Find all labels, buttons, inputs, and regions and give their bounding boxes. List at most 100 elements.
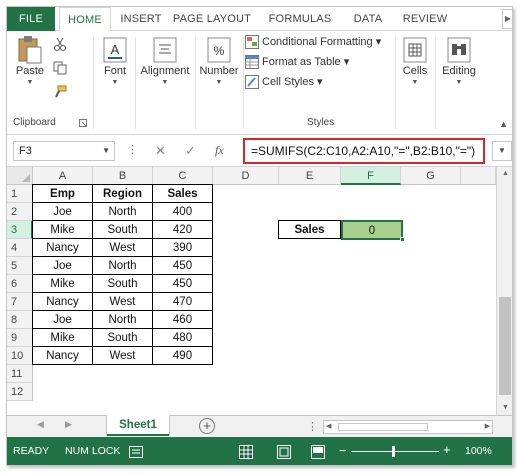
table-header-cell[interactable]: Region — [92, 184, 153, 203]
row-header-4[interactable]: 4 — [7, 239, 33, 257]
table-cell[interactable]: West — [92, 292, 153, 311]
horizontal-scroll-thumb[interactable] — [338, 423, 428, 431]
fill-handle[interactable] — [400, 237, 405, 242]
page-break-preview-icon[interactable] — [311, 445, 325, 459]
enter-check-icon[interactable]: ✓ — [185, 143, 196, 159]
table-cell[interactable]: West — [92, 346, 153, 365]
column-header-e[interactable]: E — [279, 167, 341, 185]
table-cell[interactable]: 460 — [152, 310, 213, 329]
font-button[interactable]: A Font ▼ — [97, 35, 133, 86]
table-cell[interactable]: 470 — [152, 292, 213, 311]
row-header-1[interactable]: 1 — [7, 185, 33, 203]
row-header-12[interactable]: 12 — [7, 383, 33, 401]
tab-home[interactable]: HOME — [59, 7, 111, 32]
column-header-d[interactable]: D — [213, 167, 279, 185]
name-box-dropdown-icon[interactable]: ▼ — [102, 142, 110, 160]
vertical-scrollbar[interactable]: ▲ ▼ — [496, 167, 512, 415]
table-cell[interactable]: 480 — [152, 328, 213, 347]
select-all-corner[interactable] — [7, 167, 33, 185]
conditional-formatting-button[interactable]: Conditional Formatting ▾ — [245, 33, 381, 51]
sheet-next-icon[interactable]: ▶ — [65, 419, 72, 430]
table-cell[interactable]: Joe — [32, 202, 93, 221]
column-header-b[interactable]: B — [93, 167, 153, 185]
zoom-in-icon[interactable]: + — [443, 442, 451, 457]
cancel-icon[interactable]: ✕ — [155, 143, 166, 159]
zoom-out-icon[interactable]: − — [339, 443, 347, 458]
clipboard-launcher-icon[interactable] — [79, 119, 87, 127]
tab-review[interactable]: REVIEW — [395, 7, 455, 31]
table-cell[interactable]: North — [92, 256, 153, 275]
tab-split-handle-icon[interactable]: ⋮ — [307, 420, 318, 433]
number-button[interactable]: % Number ▼ — [197, 35, 241, 86]
column-header-g[interactable]: G — [401, 167, 461, 185]
table-cell[interactable]: 450 — [152, 256, 213, 275]
row-header-2[interactable]: 2 — [7, 203, 33, 221]
tab-file[interactable]: FILE — [7, 7, 55, 31]
font-dropdown-icon[interactable]: ▼ — [97, 79, 133, 86]
table-cell[interactable]: South — [92, 220, 153, 239]
scroll-up-icon[interactable]: ▲ — [497, 167, 512, 181]
row-header-3[interactable]: 3 — [7, 221, 33, 239]
column-header-a[interactable]: A — [33, 167, 93, 185]
scroll-left-icon[interactable]: ◀ — [326, 421, 331, 433]
column-header-h[interactable] — [461, 167, 496, 185]
cut-icon[interactable] — [53, 37, 67, 51]
tab-formulas[interactable]: FORMULAS — [259, 7, 341, 31]
normal-view-icon[interactable] — [239, 445, 253, 459]
table-cell[interactable]: North — [92, 310, 153, 329]
table-cell[interactable]: 490 — [152, 346, 213, 365]
page-layout-view-icon[interactable] — [277, 445, 291, 459]
table-cell[interactable]: Mike — [32, 220, 93, 239]
sheet-prev-icon[interactable]: ◀ — [37, 419, 44, 430]
result-value-cell[interactable]: 0 — [341, 220, 403, 240]
vertical-scroll-thumb[interactable] — [499, 297, 511, 395]
editing-dropdown-icon[interactable]: ▼ — [437, 79, 481, 86]
column-header-c[interactable]: C — [153, 167, 213, 185]
number-dropdown-icon[interactable]: ▼ — [197, 79, 241, 86]
tab-page-layout[interactable]: PAGE LAYOUT — [169, 7, 255, 31]
alignment-dropdown-icon[interactable]: ▼ — [137, 79, 193, 86]
copy-icon[interactable] — [53, 61, 67, 75]
table-cell[interactable]: Mike — [32, 328, 93, 347]
row-header-9[interactable]: 9 — [7, 329, 33, 347]
table-cell[interactable]: Joe — [32, 310, 93, 329]
row-header-10[interactable]: 10 — [7, 347, 33, 365]
editing-button[interactable]: Editing ▼ — [437, 35, 481, 86]
formula-input[interactable]: =SUMIFS(C2:C10,A2:A10,"=",B2:B10,"=") — [243, 138, 485, 164]
column-header-f[interactable]: F — [341, 167, 401, 185]
zoom-slider[interactable] — [351, 451, 439, 452]
cell-styles-button[interactable]: Cell Styles ▾ — [245, 73, 323, 91]
table-cell[interactable]: Mike — [32, 274, 93, 293]
zoom-slider-handle[interactable] — [392, 446, 395, 457]
table-cell[interactable]: 420 — [152, 220, 213, 239]
table-cell[interactable]: 390 — [152, 238, 213, 257]
tab-insert[interactable]: INSERT — [115, 7, 167, 31]
table-cell[interactable]: West — [92, 238, 153, 257]
scroll-right-icon[interactable]: ▶ — [485, 421, 490, 433]
table-cell[interactable]: Nancy — [32, 292, 93, 311]
table-cell[interactable]: South — [92, 328, 153, 347]
paste-dropdown-icon[interactable]: ▼ — [13, 79, 47, 86]
table-cell[interactable]: North — [92, 202, 153, 221]
alignment-button[interactable]: Alignment ▼ — [137, 35, 193, 86]
insert-function-icon[interactable]: fx — [215, 143, 224, 158]
table-header-cell[interactable]: Sales — [152, 184, 213, 203]
collapse-ribbon-icon[interactable]: ▲ — [499, 119, 508, 129]
row-header-11[interactable]: 11 — [7, 365, 33, 383]
cells-button[interactable]: Cells ▼ — [397, 35, 433, 86]
table-cell[interactable]: 450 — [152, 274, 213, 293]
expand-formula-bar-icon[interactable]: ▼ — [492, 141, 512, 161]
format-painter-icon[interactable] — [53, 85, 67, 99]
scroll-down-icon[interactable]: ▼ — [497, 401, 512, 415]
row-header-7[interactable]: 7 — [7, 293, 33, 311]
table-cell[interactable]: Joe — [32, 256, 93, 275]
paste-button[interactable]: Paste ▼ — [13, 35, 47, 86]
tab-data[interactable]: DATA — [343, 7, 393, 31]
result-label-cell[interactable]: Sales — [278, 220, 341, 239]
table-header-cell[interactable]: Emp — [32, 184, 93, 203]
table-cell[interactable]: South — [92, 274, 153, 293]
table-cell[interactable]: Nancy — [32, 346, 93, 365]
horizontal-scrollbar[interactable]: ◀ ▶ — [323, 420, 493, 434]
add-sheet-icon[interactable]: + — [199, 418, 215, 434]
table-cell[interactable]: Nancy — [32, 238, 93, 257]
